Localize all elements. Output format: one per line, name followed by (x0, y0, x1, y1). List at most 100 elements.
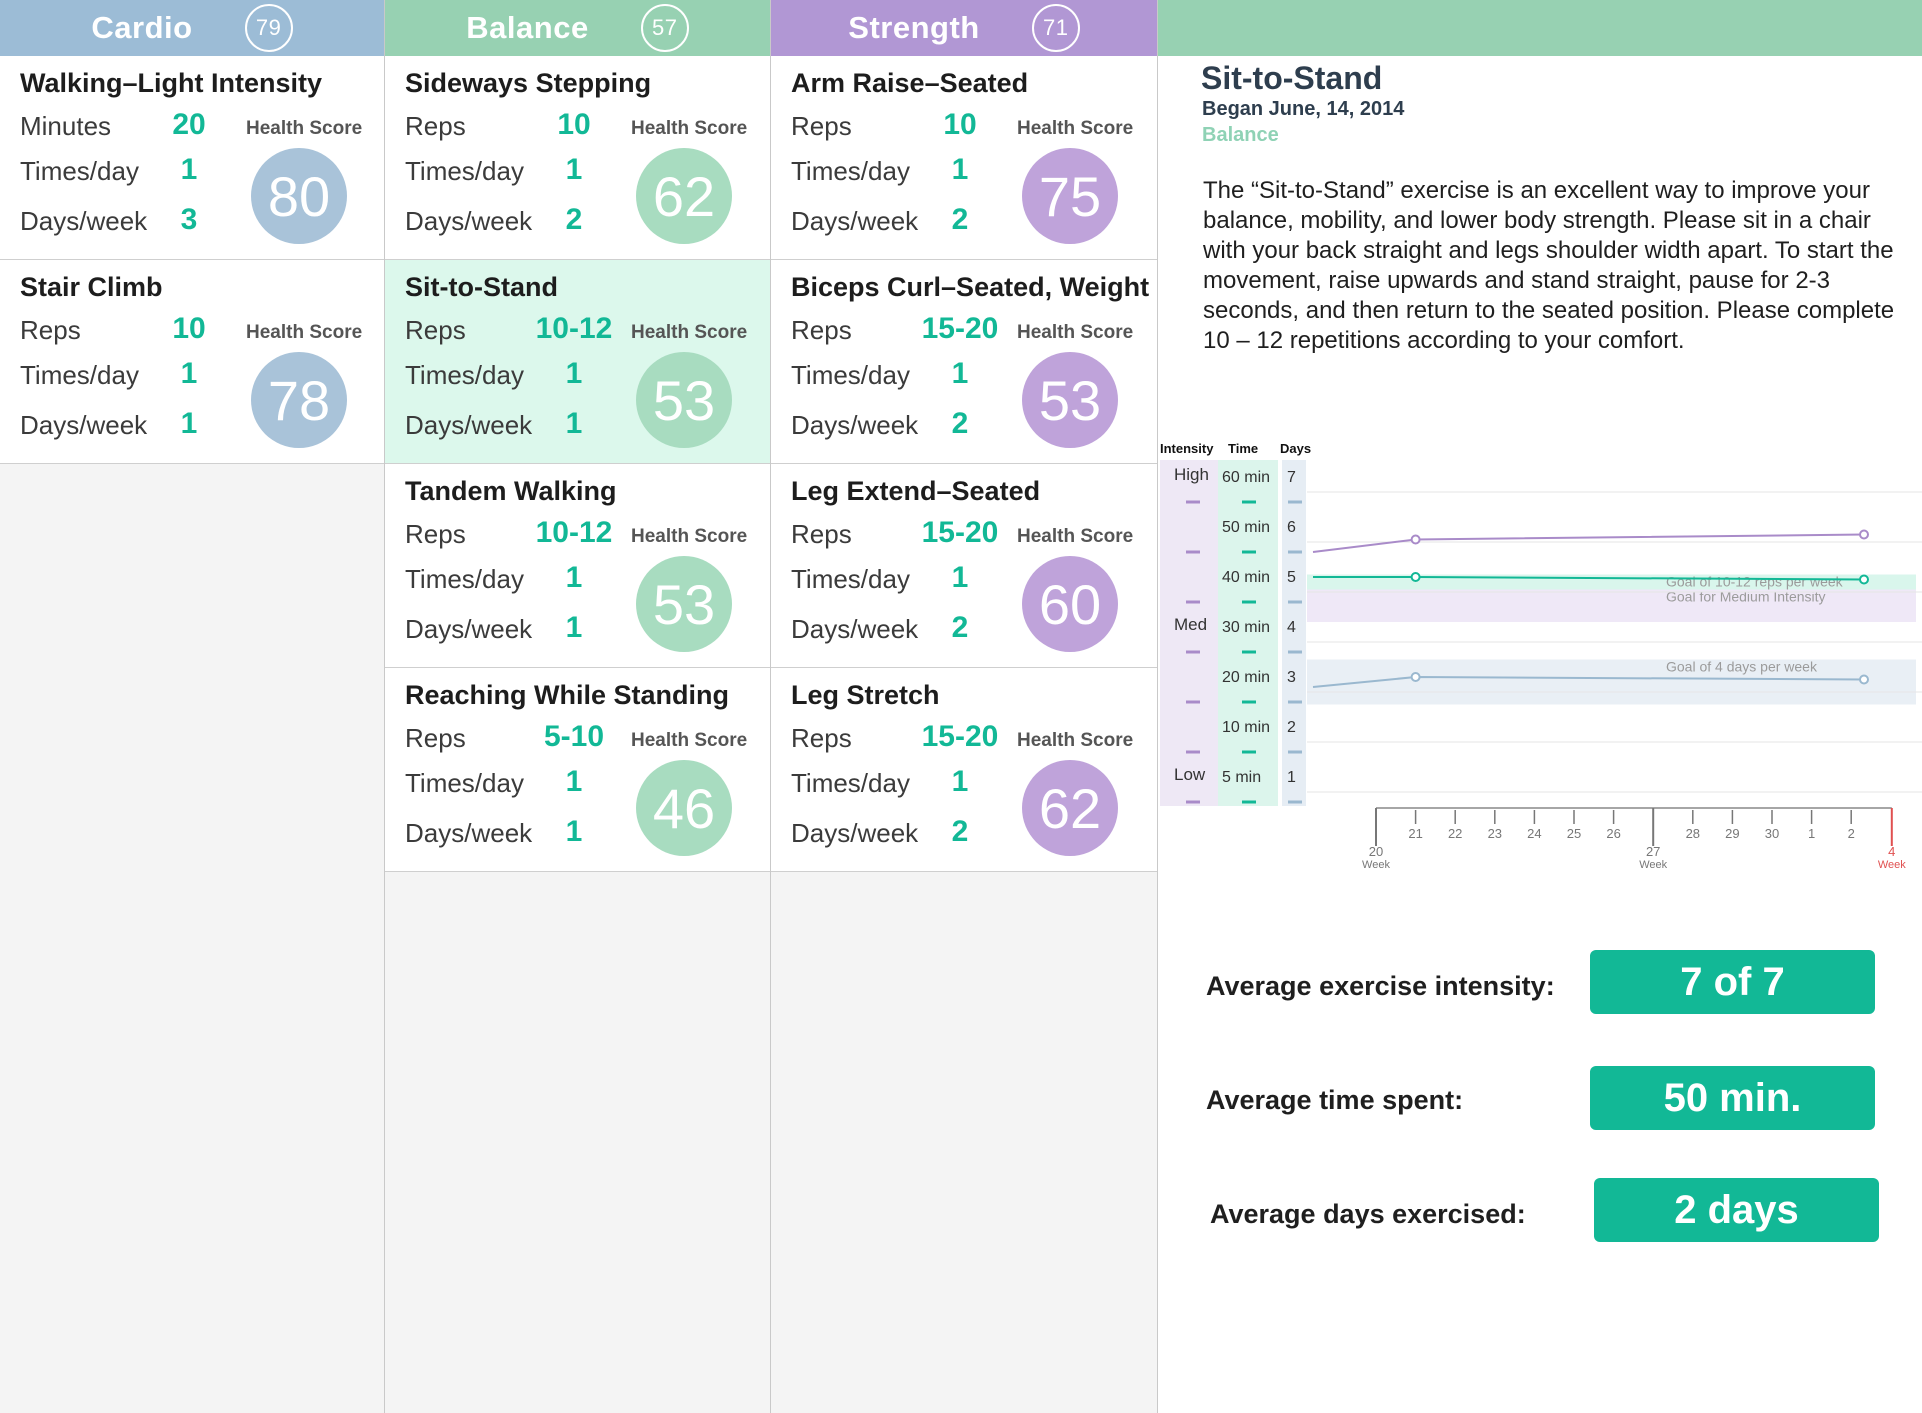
stat-label-reps: Reps (20, 315, 81, 345)
stat-label-reps: Reps (405, 519, 466, 549)
exercise-card[interactable]: Stair Climb Reps 10 Times/day 1 Days/week 1 Hea… (0, 260, 384, 464)
balance-header[interactable]: Balance 57 (385, 0, 770, 56)
health-score-label: Health Score (246, 118, 363, 139)
goal-band (1307, 659, 1916, 705)
intensity-tick-label: Low (1174, 765, 1206, 784)
exercise-card[interactable]: Tandem Walking Reps 10-12 Times/day 1 Days/we… (385, 464, 770, 668)
exercise-title: Sideways Stepping (405, 68, 652, 98)
stat-value-days-per-week: 3 (180, 203, 198, 236)
stat-label-times-per-day: Times/day (791, 360, 910, 390)
health-score-badge: 78 (251, 352, 347, 448)
strength-card-list: Arm Raise–Seated Reps 10 Times/day 1 Days/wee… (771, 56, 1157, 872)
time-tick-label: 10 min (1222, 719, 1270, 736)
x-tick-label: 25 (1567, 826, 1581, 841)
time-series-point (1859, 574, 1869, 585)
stat-value-reps: 15-20 (921, 720, 999, 753)
x-tick-label: 29 (1725, 826, 1739, 841)
health-score-label: Health Score (1017, 118, 1134, 139)
x-tick-label: 26 (1606, 826, 1620, 841)
health-score-badge: 62 (636, 148, 732, 244)
x-week-label: Week (1639, 859, 1667, 871)
exercise-title: Biceps Curl–Seated, Weight (791, 272, 1150, 302)
stat-label-days-per-week: Days/week (405, 818, 533, 848)
stat-value-reps: 15-20 (921, 312, 999, 345)
exercise-card[interactable]: Sit-to-Stand Reps 10-12 Times/day 1 Days/week… (385, 260, 770, 464)
cardio-card-list: Walking–Light Intensity Minutes 20 Times/da… (0, 56, 384, 464)
time-tick-label: 20 min (1222, 669, 1270, 686)
cardio-header[interactable]: Cardio 79 (0, 0, 384, 56)
balance-card-list: Sideways Stepping Reps 10 Times/day 1 Days/we… (385, 56, 770, 872)
balance-count-badge: 57 (640, 4, 689, 52)
intensity-series-point (1859, 529, 1869, 540)
exercise-card[interactable]: Walking–Light Intensity Minutes 20 Times/da… (0, 56, 384, 260)
stat-value-days-per-week: 1 (180, 407, 198, 440)
stat-label-times-per-day: Times/day (20, 156, 139, 186)
stat-value-days-per-week: 1 (565, 815, 583, 848)
stat-label-reps: Reps (791, 519, 852, 549)
stat-label-days-per-week: Days/week (20, 410, 148, 440)
time-tick-label: 30 min (1222, 619, 1270, 636)
exercise-card[interactable]: Arm Raise–Seated Reps 10 Times/day 1 Days/wee… (771, 56, 1157, 260)
stat-label-times-per-day: Times/day (405, 360, 524, 390)
stat-value-times-per-day: 1 (951, 153, 969, 186)
exercise-card[interactable]: Sideways Stepping Reps 10 Times/day 1 Days/we… (385, 56, 770, 260)
stat-value-days-per-week: 2 (565, 203, 583, 236)
stat-label-times-per-day: Times/day (20, 360, 139, 390)
exercise-title: Leg Stretch (791, 680, 940, 710)
stat-label-days-per-week: Days/week (405, 410, 533, 440)
health-score-badge: 60 (1022, 556, 1118, 652)
stat-label-times-per-day: Times/day (791, 768, 910, 798)
stat-label-days-per-week: Days/week (791, 206, 919, 236)
balance-title: Balance (466, 10, 589, 45)
health-score-label: Health Score (631, 322, 748, 343)
avg-time-value: 50 min. (1590, 1066, 1875, 1130)
health-score-badge: 80 (251, 148, 347, 244)
stat-value-times-per-day: 1 (565, 153, 583, 186)
x-tick-label: 30 (1765, 826, 1779, 841)
stat-value-days-per-week: 2 (951, 815, 969, 848)
stat-label-reps: Reps (791, 723, 852, 753)
exercise-card[interactable]: Leg Extend–Seated Reps 15-20 Times/day 1 Days… (771, 464, 1157, 668)
stat-label-reps: Reps (405, 111, 466, 141)
x-tick-label: 27 (1646, 844, 1660, 859)
stat-value-days-per-week: 1 (565, 611, 583, 644)
stat-value-reps: 10-12 (535, 312, 613, 345)
days-tick-label: 2 (1287, 719, 1296, 736)
exercise-card[interactable]: Reaching While Standing Reps 5-10 Times/day… (385, 668, 770, 872)
x-tick-label: 1 (1808, 826, 1815, 841)
stat-label-days-per-week: Days/week (791, 818, 919, 848)
stat-label-reps: Reps (791, 315, 852, 345)
exercise-title: Arm Raise–Seated (791, 68, 1029, 98)
health-score-label: Health Score (246, 322, 363, 343)
stat-value-times-per-day: 1 (180, 357, 198, 390)
exercise-title: Tandem Walking (405, 476, 617, 506)
x-tick-label: 20 (1369, 844, 1383, 859)
stat-label-reps: Reps (791, 111, 852, 141)
days-series-point (1410, 672, 1421, 682)
stat-value-times-per-day: 1 (565, 357, 583, 390)
exercise-card[interactable]: Biceps Curl–Seated, Weight Reps 15-20 Times… (771, 260, 1157, 464)
time-tick-label: 50 min (1222, 519, 1270, 536)
stat-value-reps: 10 (943, 108, 977, 141)
stat-label-days-per-week: Days/week (20, 206, 148, 236)
intensity-series-line (1312, 533, 1865, 553)
cardio-title: Cardio (91, 10, 193, 45)
stat-value-days-per-week: 1 (565, 407, 583, 440)
stat-value-days-per-week: 2 (951, 407, 969, 440)
health-score-badge: 75 (1022, 148, 1118, 244)
stat-label-times-per-day: Times/day (405, 156, 524, 186)
stat-label-reps: Reps (405, 315, 466, 345)
avg-intensity-label: Average exercise intensity: (1206, 971, 1555, 1001)
x-week-label: Week (1878, 859, 1906, 871)
strength-header[interactable]: Strength 71 (771, 0, 1157, 56)
avg-days-value: 2 days (1594, 1178, 1879, 1242)
health-score-label: Health Score (1017, 322, 1134, 343)
stat-label-days-per-week: Days/week (791, 614, 919, 644)
exercise-card[interactable]: Leg Stretch Reps 15-20 Times/day 1 Days/week 2… (771, 668, 1157, 872)
goal-label: Goal of 4 days per week (1666, 659, 1818, 675)
time-series-point (1410, 572, 1421, 582)
x-week-label: Week (1362, 859, 1390, 871)
stat-value-reps: 15-20 (921, 516, 999, 549)
detail-header-bar (1158, 0, 1922, 56)
detail-category: Balance (1202, 124, 1279, 146)
